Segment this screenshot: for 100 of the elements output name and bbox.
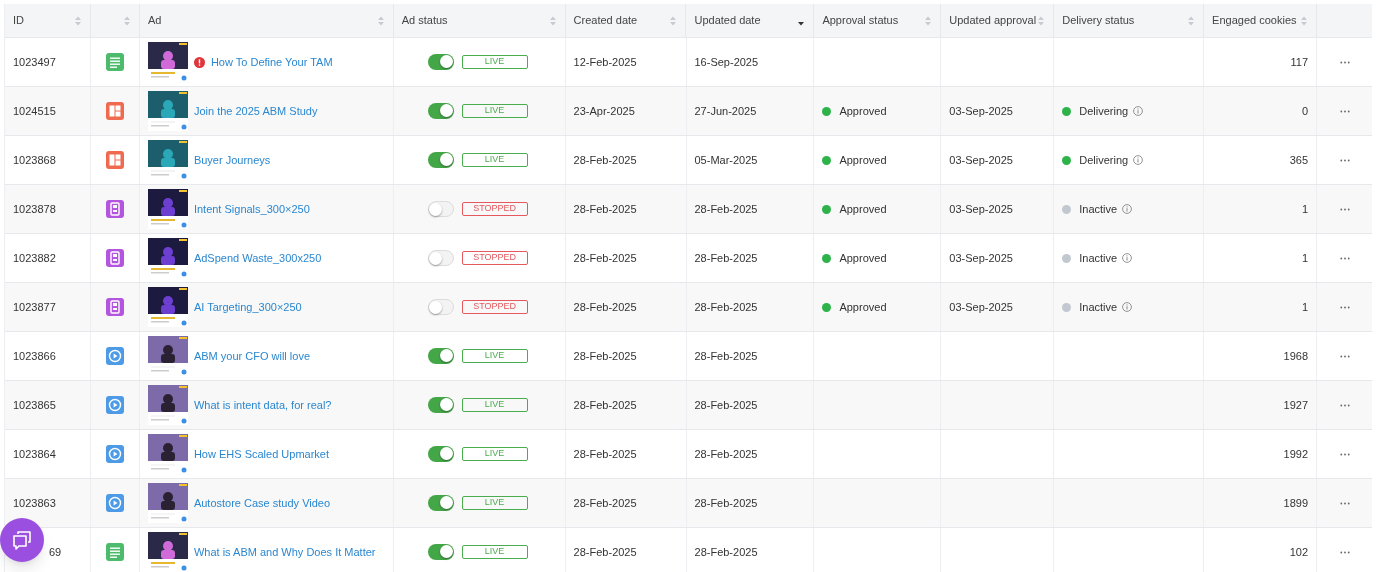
ad-link[interactable]: How To Define Your TAM — [210, 53, 333, 71]
info-icon[interactable] — [1133, 155, 1144, 165]
status-badge: STOPPED — [461, 202, 528, 216]
column-header[interactable]: Updated approval — [941, 4, 1055, 37]
id-text: 69 — [49, 544, 62, 560]
video-icon — [105, 494, 124, 512]
count-text: 1 — [1301, 201, 1309, 217]
id-text: 1023877 — [13, 299, 56, 315]
more-icon[interactable] — [1339, 207, 1350, 211]
count-text: 365 — [1289, 152, 1309, 168]
more-icon[interactable] — [1339, 501, 1350, 505]
more-icon[interactable] — [1339, 60, 1350, 64]
id-text: 1023868 — [13, 152, 56, 168]
status-badge: STOPPED — [461, 300, 528, 314]
approval-status: Approved — [839, 152, 887, 168]
column-header[interactable]: Ad — [139, 4, 394, 37]
column-header[interactable]: Updated date — [686, 4, 815, 37]
ad-link[interactable]: Join the 2025 ABM Study — [193, 102, 318, 120]
ad-link[interactable]: AdSpend Waste_300x250 — [193, 249, 322, 267]
approval-status: Approved — [839, 250, 887, 266]
column-header[interactable]: Approval status — [814, 4, 942, 37]
date-text: 28-Feb-2025 — [573, 397, 637, 413]
date-text: 28-Feb-2025 — [694, 446, 758, 462]
id-text: 1023864 — [13, 446, 56, 462]
column-header[interactable]: Ad status — [393, 4, 566, 37]
toggle-switch[interactable] — [427, 495, 454, 511]
ad-link[interactable]: Autostore Case study Video — [193, 494, 331, 512]
column-header[interactable]: ID — [5, 4, 91, 37]
id-text: 1023863 — [13, 495, 56, 511]
toggle-switch[interactable] — [427, 152, 454, 168]
date-text: 23-Apr-2025 — [573, 103, 635, 119]
count-text: 0 — [1301, 103, 1309, 119]
banner-icon — [105, 298, 124, 316]
more-icon[interactable] — [1339, 452, 1350, 456]
status-badge: LIVE — [461, 349, 528, 363]
date-text: 05-Mar-2025 — [694, 152, 758, 168]
info-icon[interactable] — [1122, 253, 1133, 263]
id-text: 1023882 — [13, 250, 56, 266]
ad-link[interactable]: AI Targeting_300×250 — [193, 298, 302, 316]
id-text: 1023865 — [13, 397, 56, 413]
date-text: 28-Feb-2025 — [694, 299, 758, 315]
video-icon — [105, 396, 124, 414]
count-text: 1968 — [1283, 348, 1309, 364]
date-text: 16-Sep-2025 — [694, 54, 759, 70]
date-text: 28-Feb-2025 — [573, 201, 637, 217]
column-header[interactable]: Delivery status — [1054, 4, 1205, 37]
info-icon[interactable] — [1122, 204, 1133, 214]
date-text: 28-Feb-2025 — [573, 495, 637, 511]
more-icon[interactable] — [1339, 305, 1350, 309]
date-text: 03-Sep-2025 — [949, 103, 1013, 119]
layout-icon — [105, 151, 124, 169]
delivery-status: Inactive — [1079, 201, 1118, 217]
more-icon[interactable] — [1339, 354, 1350, 358]
ad-link[interactable]: Buyer Journeys — [193, 151, 271, 169]
date-text: 28-Feb-2025 — [694, 544, 758, 560]
count-text: 1 — [1301, 299, 1309, 315]
date-text: 03-Sep-2025 — [949, 299, 1013, 315]
toggle-switch[interactable] — [427, 299, 454, 315]
info-icon[interactable] — [1122, 302, 1133, 312]
count-text: 102 — [1289, 544, 1308, 560]
video-icon — [105, 347, 124, 365]
date-text: 03-Sep-2025 — [949, 201, 1013, 217]
approval-status: Approved — [839, 103, 887, 119]
more-icon[interactable] — [1339, 550, 1350, 554]
toggle-switch[interactable] — [427, 397, 454, 413]
more-icon[interactable] — [1339, 109, 1350, 113]
status-badge: LIVE — [461, 153, 528, 167]
date-text: 28-Feb-2025 — [573, 152, 637, 168]
status-badge: LIVE — [461, 447, 528, 461]
more-icon[interactable] — [1339, 158, 1350, 162]
count-text: 117 — [1290, 54, 1309, 70]
ad-link[interactable]: How EHS Scaled Upmarket — [193, 445, 329, 463]
count-text: 1 — [1301, 250, 1309, 266]
ad-link[interactable]: What is intent data, for real? — [193, 396, 332, 414]
ad-link[interactable]: Intent Signals_300×250 — [193, 200, 310, 218]
delivery-status: Inactive — [1079, 299, 1118, 315]
banner-icon — [105, 200, 124, 218]
column-header[interactable]: Created date — [565, 4, 687, 37]
date-text: 28-Feb-2025 — [573, 544, 637, 560]
toggle-switch[interactable] — [427, 103, 454, 119]
column-header[interactable]: Engaged cookies — [1204, 4, 1318, 37]
ad-link[interactable]: What is ABM and Why Does It Matter — [193, 543, 376, 561]
count-text: 1899 — [1283, 495, 1309, 511]
count-text: 1992 — [1283, 446, 1309, 462]
toggle-switch[interactable] — [427, 446, 454, 462]
more-icon[interactable] — [1339, 256, 1350, 260]
toggle-switch[interactable] — [427, 544, 454, 560]
toggle-switch[interactable] — [427, 201, 454, 217]
info-icon[interactable] — [1133, 106, 1144, 116]
more-icon[interactable] — [1339, 403, 1350, 407]
chat-icon — [11, 529, 33, 551]
toggle-switch[interactable] — [427, 54, 454, 70]
delivery-status: Inactive — [1079, 250, 1118, 266]
id-text: 1024515 — [13, 103, 56, 119]
toggle-switch[interactable] — [427, 348, 454, 364]
approval-status: Approved — [839, 299, 887, 315]
toggle-switch[interactable] — [427, 250, 454, 266]
date-text: 12-Feb-2025 — [573, 54, 637, 70]
ad-link[interactable]: ABM your CFO will love — [193, 347, 311, 365]
date-text: 28-Feb-2025 — [573, 299, 637, 315]
